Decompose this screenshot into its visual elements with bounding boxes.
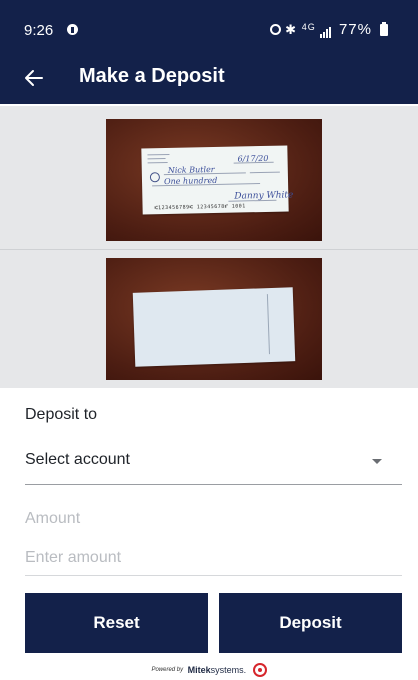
- app-bar: Make a Deposit: [0, 56, 418, 104]
- account-select-value: Select account: [25, 451, 130, 468]
- battery-percent: 77%: [338, 21, 372, 38]
- alarm-icon: [269, 24, 281, 35]
- mitek-logo-icon: [252, 662, 267, 677]
- bank-seal-icon: [149, 172, 161, 183]
- check-front: 6/17/20 Nick Butler One hundred Danny Wh…: [141, 145, 293, 215]
- check-front-image[interactable]: 6/17/20 Nick Butler One hundred Danny Wh…: [106, 119, 322, 241]
- image-divider: [0, 249, 418, 250]
- signal-icon: [320, 23, 334, 38]
- status-time: 9:26: [24, 22, 54, 39]
- page-title: Make a Deposit: [79, 65, 225, 87]
- brand-name: Mitek: [187, 664, 211, 675]
- amount-input[interactable]: [25, 540, 402, 576]
- check-back-image[interactable]: [106, 258, 322, 380]
- amount-label: Amount: [25, 510, 81, 527]
- status-icons: ✱ 4G 77%: [269, 21, 372, 38]
- deposit-to-label: Deposit to: [25, 406, 98, 423]
- powered-by-text: Powered by: [151, 666, 184, 673]
- brand-suffix: systems.: [210, 664, 247, 675]
- check-back: [132, 287, 296, 367]
- powered-by-footer: Powered by Miteksystems.: [0, 661, 418, 679]
- battery-icon: [380, 22, 388, 36]
- status-bar: 9:26 ✱ 4G 77%: [0, 0, 418, 56]
- reset-button[interactable]: Reset: [25, 593, 208, 653]
- check-images-area: 6/17/20 Nick Butler One hundred Danny Wh…: [0, 106, 418, 388]
- caret-down-icon[interactable]: [372, 459, 382, 464]
- bluetooth-icon: ✱: [285, 22, 298, 37]
- deposit-button[interactable]: Deposit: [219, 593, 402, 653]
- facebook-notification-icon: [67, 24, 78, 35]
- account-select[interactable]: Select account: [25, 438, 402, 485]
- arrow-left-icon[interactable]: [22, 66, 46, 90]
- network-type-label: 4G: [301, 22, 316, 32]
